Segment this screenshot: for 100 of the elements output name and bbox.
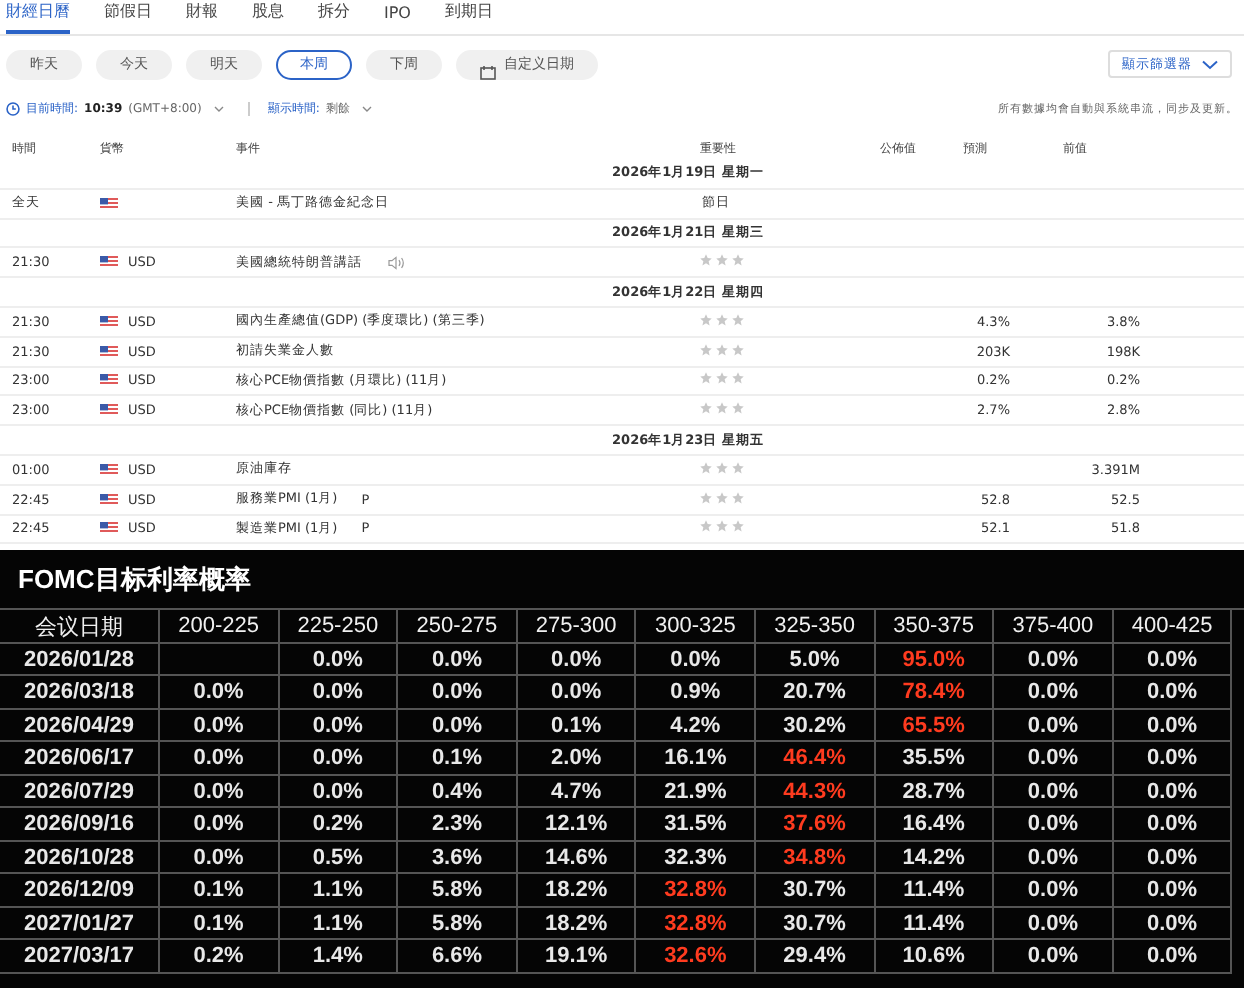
- table-cell: 0.1%: [398, 742, 518, 776]
- star-icon: [732, 313, 744, 326]
- table-cell: 16.4%: [875, 808, 995, 842]
- table-cell: 32.8%: [636, 907, 756, 941]
- us-flag-icon: [100, 463, 118, 476]
- tab[interactable]: 拆分: [318, 0, 350, 34]
- star-icon: [716, 461, 728, 474]
- tab[interactable]: 股息: [252, 0, 284, 34]
- table-cell: 21.9%: [636, 775, 756, 809]
- table-cell: 0.0%: [994, 709, 1114, 743]
- table-cell: 2026/10/28: [0, 841, 160, 875]
- table-cell: 2.0%: [517, 742, 637, 776]
- star-icon: [700, 254, 712, 267]
- table-cell: 0.9%: [636, 676, 756, 710]
- table-cell: 3.6%: [398, 841, 518, 875]
- table-cell: 1.4%: [279, 940, 399, 974]
- table-cell: 28.7%: [875, 775, 995, 809]
- table-cell: 0.0%: [994, 940, 1114, 974]
- table-cell: 0.1%: [160, 907, 280, 941]
- caret-icon: [213, 105, 224, 111]
- table-cell: 0.0%: [1113, 874, 1233, 908]
- star-icon: [700, 520, 712, 533]
- column-header: 250-275: [398, 610, 518, 644]
- us-flag-icon: [100, 522, 118, 535]
- us-flag-icon: [100, 374, 118, 387]
- table-cell: 0.0%: [398, 709, 518, 743]
- tab[interactable]: 財報: [186, 0, 218, 34]
- table-cell: 0.0%: [994, 841, 1114, 875]
- table-cell: 0.2%: [160, 940, 280, 974]
- table-cell: 0.0%: [1113, 907, 1233, 941]
- table-cell: 2026/04/29: [0, 709, 160, 743]
- tab[interactable]: 節假日: [104, 0, 152, 34]
- table-cell: 0.0%: [160, 676, 280, 710]
- table-cell: 5.0%: [755, 643, 876, 677]
- table-cell: 2027/01/27: [0, 907, 160, 941]
- us-flag-icon: [100, 197, 118, 210]
- table-cell: 19.1%: [517, 940, 637, 974]
- table-cell: 0.0%: [160, 709, 280, 743]
- table-cell: 0.0%: [994, 775, 1114, 809]
- table-cell: 14.2%: [875, 841, 995, 875]
- star-icon: [700, 402, 712, 415]
- column-header: 375-400: [994, 610, 1114, 644]
- table-cell: 20.7%: [755, 676, 876, 710]
- star-icon: [700, 313, 712, 326]
- clock-icon: [6, 101, 20, 115]
- table-cell: 32.6%: [636, 940, 756, 974]
- table-cell: 31.5%: [636, 808, 756, 842]
- table-cell: 29.4%: [755, 940, 876, 974]
- table-cell: 1.1%: [279, 907, 399, 941]
- table-cell: 44.3%: [755, 775, 876, 809]
- table-cell: 4.2%: [636, 709, 756, 743]
- table-cell: 0.0%: [636, 643, 756, 677]
- table-cell: 0.0%: [1113, 940, 1233, 974]
- table-cell: 0.5%: [279, 841, 399, 875]
- table-cell: 10.6%: [875, 940, 995, 974]
- table-cell: 4.7%: [517, 775, 637, 809]
- table-cell: 0.0%: [1113, 841, 1233, 875]
- star-icon: [716, 520, 728, 533]
- table-cell: 65.5%: [875, 709, 995, 743]
- table-cell: 2027/03/17: [0, 940, 160, 974]
- us-flag-icon: [100, 404, 118, 417]
- table-cell: 0.2%: [279, 808, 399, 842]
- tab[interactable]: 財經日曆: [6, 0, 70, 34]
- table-cell: 0.0%: [279, 643, 399, 677]
- column-header: 400-425: [1113, 610, 1233, 644]
- us-flag-icon: [100, 345, 118, 358]
- table-cell: 0.0%: [994, 808, 1114, 842]
- table-cell: 0.0%: [1113, 775, 1233, 809]
- table-cell: 2.3%: [398, 808, 518, 842]
- table-cell: 32.8%: [636, 874, 756, 908]
- table-cell: 0.4%: [398, 775, 518, 809]
- star-icon: [716, 491, 728, 504]
- table-cell: 0.0%: [1113, 709, 1233, 743]
- star-icon: [732, 520, 744, 533]
- us-flag-icon: [100, 493, 118, 506]
- star-icon: [716, 313, 728, 326]
- table-cell: 0.0%: [994, 874, 1114, 908]
- column-header: 300-325: [636, 610, 756, 644]
- table-cell: 0.0%: [1113, 676, 1233, 710]
- table-cell: 0.0%: [279, 709, 399, 743]
- table-cell: 0.0%: [279, 676, 399, 710]
- tab[interactable]: 到期日: [444, 0, 493, 34]
- star-icon: [732, 491, 744, 504]
- star-icon: [700, 372, 712, 385]
- table-cell: 0.0%: [160, 775, 280, 809]
- table-cell: 0.0%: [398, 643, 518, 677]
- table-cell: 32.3%: [636, 841, 756, 875]
- table-cell: 30.7%: [755, 907, 876, 941]
- tab[interactable]: IPO: [384, 4, 411, 34]
- star-icon: [716, 254, 728, 267]
- us-flag-icon: [100, 256, 118, 269]
- table-cell: 0.0%: [994, 742, 1114, 776]
- calendar-icon: [480, 66, 496, 80]
- star-icon: [732, 254, 744, 267]
- column-header: 325-350: [755, 610, 876, 644]
- table-cell: 11.4%: [875, 874, 995, 908]
- table-cell: 2026/06/17: [0, 742, 160, 776]
- us-flag-icon: [100, 315, 118, 328]
- column-header: 350-375: [875, 610, 995, 644]
- table-cell: 0.0%: [994, 643, 1114, 677]
